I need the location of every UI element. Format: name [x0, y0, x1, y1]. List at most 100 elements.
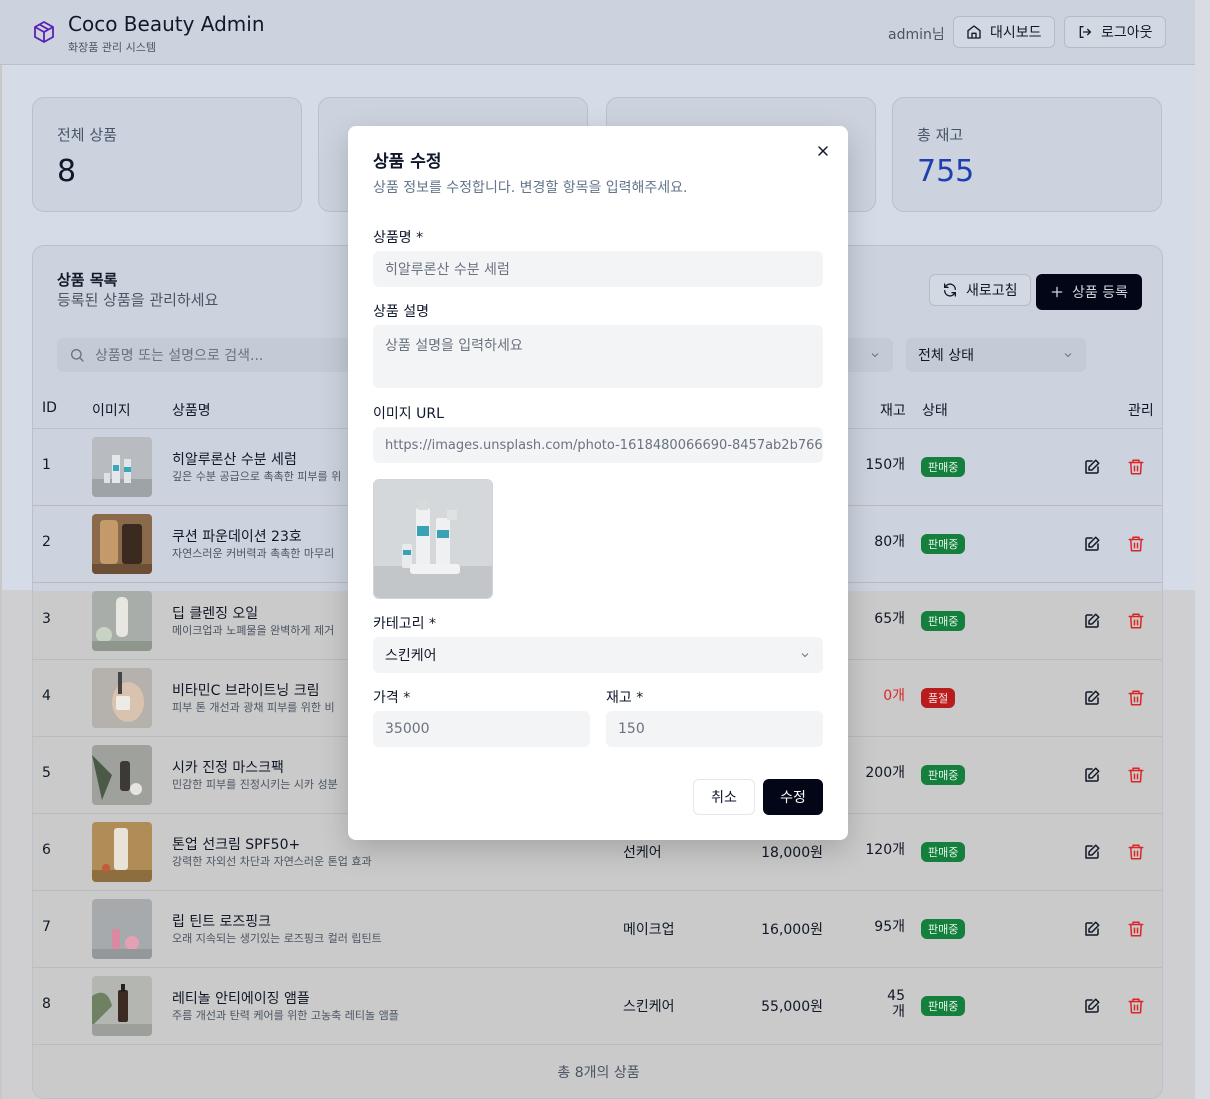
close-icon[interactable]	[815, 143, 831, 159]
product-name-input[interactable]: 히알루론산 수분 세럼	[373, 251, 823, 287]
product-category: 메이크업	[623, 922, 675, 938]
product-name: 쿠션 파운데이션 23호	[172, 529, 302, 545]
product-thumbnail	[92, 591, 152, 651]
product-price: 16,000원	[761, 922, 823, 938]
product-id: 1	[42, 457, 51, 473]
edit-icon[interactable]	[1083, 766, 1101, 784]
left-edge	[0, 0, 2, 1099]
edit-icon[interactable]	[1083, 689, 1101, 707]
product-thumbnail	[92, 745, 152, 805]
stat-card-total-stock: 총 재고 755	[892, 97, 1162, 212]
product-stock: 200개	[865, 765, 905, 781]
top-header: Coco Beauty Admin 화장품 관리 시스템 admin님 대시보드…	[0, 0, 1195, 65]
product-id: 2	[42, 534, 51, 550]
description-placeholder: 상품 설명을 입력하세요	[385, 338, 523, 354]
stock-value: 150	[618, 721, 645, 737]
stat-value: 755	[917, 154, 975, 189]
table-row[interactable]: 8 레티놀 안티에이징 앰플 주름 개선과 탄력 케어를 위한 고농축 레티놀 …	[33, 968, 1162, 1045]
category-value: 스킨케어	[385, 648, 437, 664]
column-header-name: 상품명	[172, 403, 211, 419]
price-input[interactable]: 35000	[373, 711, 590, 747]
edit-icon[interactable]	[1083, 612, 1101, 630]
product-stock: 150개	[865, 457, 905, 473]
stat-label: 총 재고	[917, 126, 964, 144]
trash-icon[interactable]	[1127, 612, 1145, 630]
trash-icon[interactable]	[1127, 535, 1145, 553]
image-url-label: 이미지 URL	[373, 406, 444, 422]
name-label: 상품명 *	[373, 230, 424, 246]
trash-icon[interactable]	[1127, 843, 1145, 861]
product-description: 강력한 자외선 차단과 자연스러운 톤업 효과	[172, 855, 372, 868]
product-price: 18,000원	[761, 845, 823, 861]
trash-icon[interactable]	[1127, 689, 1145, 707]
product-thumbnail	[92, 822, 152, 882]
trash-icon[interactable]	[1127, 766, 1145, 784]
refresh-icon	[944, 283, 956, 297]
add-product-button[interactable]: 상품 등록	[1036, 274, 1142, 310]
refresh-button[interactable]: 새로고침	[929, 274, 1031, 306]
product-stock: 120개	[865, 842, 905, 858]
stat-card-total-products: 전체 상품 8	[32, 97, 302, 212]
product-description: 주름 개선과 탄력 케어를 위한 고농축 레티놀 앰플	[172, 1009, 399, 1022]
stock-input[interactable]: 150	[606, 711, 823, 747]
edit-icon[interactable]	[1083, 535, 1101, 553]
status-badge: 판매중	[921, 765, 966, 785]
status-filter-select[interactable]: 전체 상태	[906, 338, 1086, 372]
edit-icon[interactable]	[1083, 843, 1101, 861]
product-stock: 45 개	[887, 988, 905, 1020]
product-price: 55,000원	[761, 999, 823, 1015]
product-description: 메이크업과 노폐물을 완벽하게 제거	[172, 624, 335, 637]
description-label: 상품 설명	[373, 304, 429, 320]
chevron-down-icon	[871, 353, 879, 358]
status-badge: 판매중	[921, 611, 966, 631]
product-description-textarea[interactable]: 상품 설명을 입력하세요	[373, 325, 823, 388]
logout-button[interactable]: 로그아웃	[1064, 16, 1166, 48]
product-count-footer: 총 8개의 상품	[557, 1065, 640, 1081]
product-stock: 0개	[883, 688, 905, 704]
column-header-actions: 관리	[1128, 403, 1154, 419]
dashboard-button[interactable]: 대시보드	[953, 16, 1055, 48]
product-name-value: 히알루론산 수분 세럼	[385, 262, 510, 278]
product-thumbnail	[92, 437, 152, 497]
search-input[interactable]: 상품명 또는 설명으로 검색...	[57, 338, 357, 372]
chevron-down-icon	[801, 653, 809, 658]
edit-icon[interactable]	[1083, 458, 1101, 476]
trash-icon[interactable]	[1127, 920, 1145, 938]
page-scrollbar[interactable]	[1195, 0, 1210, 1099]
dialog-subtitle: 상품 정보를 수정합니다. 변경할 항목을 입력해주세요.	[373, 180, 688, 196]
product-id: 7	[42, 919, 51, 935]
edit-icon[interactable]	[1083, 997, 1101, 1015]
status-badge: 판매중	[921, 996, 966, 1016]
plus-icon	[1051, 286, 1063, 298]
table-row[interactable]: 7 립 틴트 로즈핑크 오래 지속되는 생기있는 로즈핑크 컬러 립틴트 메이크…	[33, 891, 1162, 968]
status-badge: 품절	[921, 688, 956, 708]
product-stock: 95개	[874, 919, 905, 935]
trash-icon[interactable]	[1127, 458, 1145, 476]
stat-value: 8	[57, 154, 77, 189]
column-header-stock: 재고	[880, 403, 906, 419]
search-icon	[71, 349, 84, 362]
category-select[interactable]: 스킨케어	[373, 637, 823, 673]
submit-button[interactable]: 수정	[763, 779, 823, 815]
product-name: 톤업 선크림 SPF50+	[172, 837, 301, 853]
product-category: 스킨케어	[623, 999, 675, 1015]
trash-icon[interactable]	[1127, 997, 1145, 1015]
stock-label: 재고 *	[606, 690, 644, 706]
panel-subtitle: 등록된 상품을 관리하세요	[57, 291, 219, 309]
admin-name: admin님	[888, 27, 945, 43]
status-badge: 판매중	[921, 842, 966, 862]
column-header-status: 상태	[922, 403, 948, 419]
cancel-button[interactable]: 취소	[693, 779, 755, 815]
status-filter-value: 전체 상태	[918, 348, 974, 364]
chevron-down-icon	[1064, 353, 1072, 358]
product-name: 레티놀 안티에이징 앰플	[172, 991, 310, 1007]
product-id: 8	[42, 996, 51, 1012]
product-name: 비타민C 브라이트닝 크림	[172, 683, 320, 699]
product-id: 3	[42, 611, 51, 627]
product-id: 6	[42, 842, 51, 858]
product-name: 딥 클렌징 오일	[172, 606, 259, 622]
refresh-label: 새로고침	[966, 283, 1018, 299]
edit-icon[interactable]	[1083, 920, 1101, 938]
logout-icon	[1079, 26, 1091, 38]
image-url-input[interactable]: https://images.unsplash.com/photo-161848…	[373, 427, 823, 463]
